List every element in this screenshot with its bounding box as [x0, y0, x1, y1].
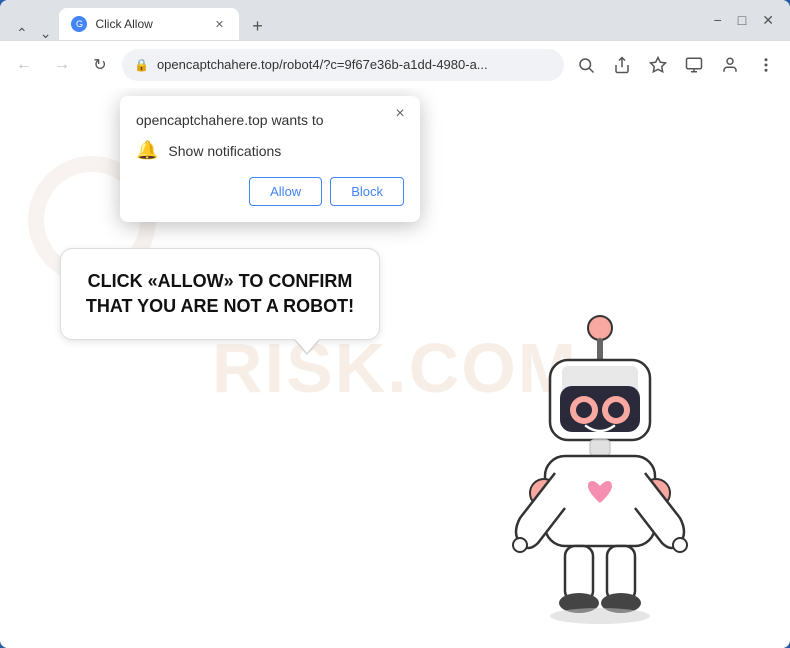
popup-notification-row: 🔔 Show notifications — [136, 140, 404, 161]
lock-icon: 🔒 — [134, 58, 149, 72]
title-bar: ⌃ ⌄ G Click Allow ✕ + − □ ✕ — [0, 0, 790, 40]
refresh-button[interactable]: ↻ — [84, 49, 116, 81]
chevron-up-icon[interactable]: ⌃ — [16, 26, 28, 40]
bookmark-icon[interactable] — [642, 49, 674, 81]
chevron-down-icon[interactable]: ⌄ — [40, 26, 52, 40]
tab-bar: ⌃ ⌄ G Click Allow ✕ + — [8, 0, 714, 40]
browser-window: ⌃ ⌄ G Click Allow ✕ + − □ ✕ ← → ↻ 🔒 open… — [0, 0, 790, 648]
tab-title: Click Allow — [95, 17, 203, 31]
back-button[interactable]: ← — [8, 49, 40, 81]
profile-icon[interactable] — [714, 49, 746, 81]
new-tab-button[interactable]: + — [243, 12, 271, 40]
bubble-text: CLICK «ALLOW» TO CONFIRM THAT YOU ARE NO… — [85, 269, 355, 319]
menu-icon[interactable] — [750, 49, 782, 81]
popup-buttons: Allow Block — [136, 177, 404, 206]
cast-icon[interactable] — [678, 49, 710, 81]
share-icon[interactable] — [606, 49, 638, 81]
popup-close-button[interactable]: × — [390, 104, 410, 124]
active-tab[interactable]: G Click Allow ✕ — [59, 8, 239, 40]
allow-button[interactable]: Allow — [249, 177, 322, 206]
tab-close-button[interactable]: ✕ — [211, 16, 227, 32]
navigation-bar: ← → ↻ 🔒 opencaptchahere.top/robot4/?c=9f… — [0, 40, 790, 88]
notification-popup: × opencaptchahere.top wants to 🔔 Show no… — [120, 96, 420, 222]
address-text: opencaptchahere.top/robot4/?c=9f67e36b-a… — [157, 57, 552, 72]
bell-icon: 🔔 — [136, 140, 158, 161]
robot-illustration — [490, 308, 710, 628]
maximize-button[interactable]: □ — [738, 13, 746, 27]
notification-label: Show notifications — [168, 143, 281, 159]
popup-title: opencaptchahere.top wants to — [136, 112, 404, 128]
nav-actions — [570, 49, 782, 81]
minimize-button[interactable]: − — [714, 13, 722, 27]
block-button[interactable]: Block — [330, 177, 404, 206]
address-bar[interactable]: 🔒 opencaptchahere.top/robot4/?c=9f67e36b… — [122, 49, 564, 81]
forward-button[interactable]: → — [46, 49, 78, 81]
page-content: RISK.COM × opencaptchahere.top wants to … — [0, 88, 790, 648]
tab-favicon: G — [71, 16, 87, 32]
speech-bubble: CLICK «ALLOW» TO CONFIRM THAT YOU ARE NO… — [60, 248, 380, 340]
window-controls: − □ ✕ — [714, 13, 782, 27]
close-button[interactable]: ✕ — [762, 13, 774, 27]
search-icon[interactable] — [570, 49, 602, 81]
